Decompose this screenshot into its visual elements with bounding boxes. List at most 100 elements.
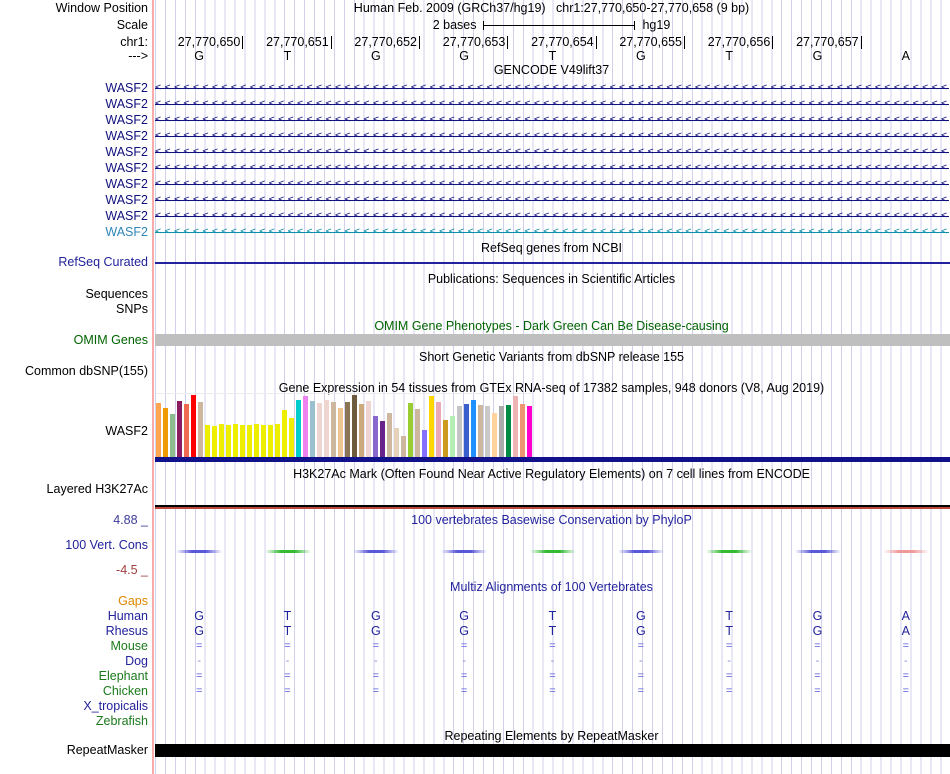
gtex-expression-bar[interactable] [268,425,273,458]
multiz-row-elephant[interactable]: Elephant = = = = = = = = = [0,669,950,684]
gene-row-wasf2[interactable]: WASF2 <<<<<<<<<<<<<<<<<<<<<<<<<<<<<<<<<<<… [0,160,950,176]
gtex-expression-bar[interactable] [205,425,210,458]
gtex-expression-bar[interactable] [450,416,455,458]
gtex-expression-bar[interactable] [261,425,266,458]
multiz-row-dog[interactable]: Dog - - - - - - - - - [0,654,950,669]
gene-label[interactable]: WASF2 [0,224,148,240]
gtex-expression-bar[interactable] [471,400,476,458]
multiz-species-label[interactable]: Human [0,609,148,624]
multiz-row-gaps[interactable]: Gaps [0,594,950,609]
repeatmasker-label-row[interactable]: RepeatMasker [0,744,950,757]
gtex-expression-bar[interactable] [352,395,357,458]
gene-intron-arrows[interactable]: <<<<<<<<<<<<<<<<<<<<<<<<<<<<<<<<<<<<<<<<… [155,112,949,128]
gtex-expression-bar[interactable] [331,402,336,458]
gene-intron-arrows[interactable]: <<<<<<<<<<<<<<<<<<<<<<<<<<<<<<<<<<<<<<<<… [155,192,949,208]
gtex-expression-bar[interactable] [527,406,532,458]
gtex-expression-bar[interactable] [345,402,350,458]
gene-row-wasf2[interactable]: WASF2 <<<<<<<<<<<<<<<<<<<<<<<<<<<<<<<<<<<… [0,96,950,112]
ruler-tick[interactable]: 27,770,651 [243,36,332,49]
h3k27ac-label-row[interactable]: Layered H3K27Ac [0,483,950,496]
multiz-species-label[interactable]: Rhesus [0,624,148,639]
gene-intron-arrows[interactable]: <<<<<<<<<<<<<<<<<<<<<<<<<<<<<<<<<<<<<<<<… [155,208,949,224]
gene-intron-arrows[interactable]: <<<<<<<<<<<<<<<<<<<<<<<<<<<<<<<<<<<<<<<<… [155,176,949,192]
gene-intron-arrows[interactable]: <<<<<<<<<<<<<<<<<<<<<<<<<<<<<<<<<<<<<<<<… [155,96,949,112]
gtex-expression-bar[interactable] [226,425,231,458]
gtex-expression-bar[interactable] [415,409,420,458]
phylop-wiggle-mark[interactable] [706,550,753,553]
multiz-row-mouse[interactable]: Mouse = = = = = = = = = [0,639,950,654]
gene-row-wasf2[interactable]: WASF2 <<<<<<<<<<<<<<<<<<<<<<<<<<<<<<<<<<<… [0,192,950,208]
gene-intron-arrows[interactable]: <<<<<<<<<<<<<<<<<<<<<<<<<<<<<<<<<<<<<<<<… [155,144,949,160]
phylop-label[interactable]: 100 Vert. Cons [0,539,148,552]
multiz-species-label[interactable]: Mouse [0,639,148,654]
gtex-expression-bar[interactable] [359,404,364,458]
gtex-expression-bar[interactable] [506,405,511,458]
phylop-wiggle-mark[interactable] [441,550,488,553]
multiz-species-label[interactable]: Gaps [0,594,148,609]
gtex-expression-bar[interactable] [240,425,245,458]
gtex-expression-bar[interactable] [408,403,413,458]
gene-row-wasf2[interactable]: WASF2 <<<<<<<<<<<<<<<<<<<<<<<<<<<<<<<<<<<… [0,80,950,96]
gtex-expression-bar[interactable] [303,396,308,458]
multiz-species-label[interactable]: Zebrafish [0,714,148,729]
gene-label[interactable]: WASF2 [0,112,148,128]
gene-label[interactable]: WASF2 [0,208,148,224]
phylop-wiggle-mark[interactable] [176,550,223,553]
gene-intron-arrows[interactable]: <<<<<<<<<<<<<<<<<<<<<<<<<<<<<<<<<<<<<<<<… [155,160,949,176]
gtex-baseline-bar[interactable] [155,457,950,462]
gtex-expression-bar[interactable] [513,396,518,458]
gtex-expression-bar[interactable] [289,418,294,458]
gene-label[interactable]: WASF2 [0,80,148,96]
gene-label[interactable]: WASF2 [0,144,148,160]
gtex-expression-bar[interactable] [275,424,280,458]
omim-genes-label[interactable]: OMIM Genes [0,334,148,347]
gtex-expression-bar[interactable] [366,401,371,458]
gene-label[interactable]: WASF2 [0,176,148,192]
gtex-expression-bar[interactable] [170,414,175,458]
gtex-expression-bar[interactable] [296,400,301,458]
gene-label[interactable]: WASF2 [0,96,148,112]
gene-label[interactable]: WASF2 [0,192,148,208]
gene-row-wasf2[interactable]: WASF2 <<<<<<<<<<<<<<<<<<<<<<<<<<<<<<<<<<<… [0,128,950,144]
gtex-expression-bar[interactable] [233,424,238,458]
gtex-expression-bar[interactable] [184,404,189,458]
gtex-expression-bar[interactable] [156,403,161,458]
gtex-expression-bar[interactable] [436,402,441,458]
gtex-expression-bar[interactable] [338,408,343,458]
gene-label[interactable]: WASF2 [0,128,148,144]
gtex-expression-bar[interactable] [387,413,392,458]
refseq-curated-line[interactable] [155,262,950,264]
phylop-wiggle-mark[interactable] [794,550,841,553]
omim-genes-row[interactable]: OMIM Genes [0,334,950,347]
gene-row-wasf2[interactable]: WASF2 <<<<<<<<<<<<<<<<<<<<<<<<<<<<<<<<<<<… [0,176,950,192]
phylop-wiggle-mark[interactable] [529,550,576,553]
ruler-tick[interactable]: 27,770,652 [332,36,420,49]
gene-intron-arrows[interactable]: <<<<<<<<<<<<<<<<<<<<<<<<<<<<<<<<<<<<<<<<… [155,128,949,144]
gene-label[interactable]: WASF2 [0,160,148,176]
multiz-species-label[interactable]: Elephant [0,669,148,684]
ruler-tick[interactable]: 27,770,656 [685,36,774,49]
gtex-expression-bar[interactable] [492,413,497,458]
ruler-tick[interactable]: 27,770,654 [508,36,597,49]
gtex-expression-bar[interactable] [282,410,287,458]
gtex-expression-bar[interactable] [324,400,329,458]
gtex-expression-bar[interactable] [310,401,315,458]
gene-row-wasf2[interactable]: WASF2 <<<<<<<<<<<<<<<<<<<<<<<<<<<<<<<<<<<… [0,144,950,160]
gtex-expression-bar[interactable] [429,396,434,458]
phylop-wiggle-mark[interactable] [882,550,929,553]
multiz-row-x_tropicalis[interactable]: X_tropicalis [0,699,950,714]
gtex-expression-bar[interactable] [401,436,406,458]
ruler-row[interactable]: chr1: 27,770,650 27,770,651 27,770,652 27,7… [0,36,950,49]
repeatmasker-label[interactable]: RepeatMasker [0,744,148,757]
gene-row-wasf2[interactable]: WASF2 <<<<<<<<<<<<<<<<<<<<<<<<<<<<<<<<<<<… [0,224,950,240]
snps-row[interactable]: SNPs [0,303,950,316]
dbsnp-row[interactable]: Common dbSNP(155) [0,365,950,378]
gtex-expression-bar[interactable] [443,420,448,458]
phylop-wiggle-mark[interactable] [264,550,311,553]
refseq-curated-label[interactable]: RefSeq Curated [0,256,148,269]
gtex-expression-bar[interactable] [198,402,203,458]
sequences-row[interactable]: Sequences [0,288,950,301]
multiz-row-chicken[interactable]: Chicken = = = = = = = = = [0,684,950,699]
gtex-expression-bar[interactable] [317,403,322,458]
gtex-expression-bar[interactable] [191,395,196,458]
